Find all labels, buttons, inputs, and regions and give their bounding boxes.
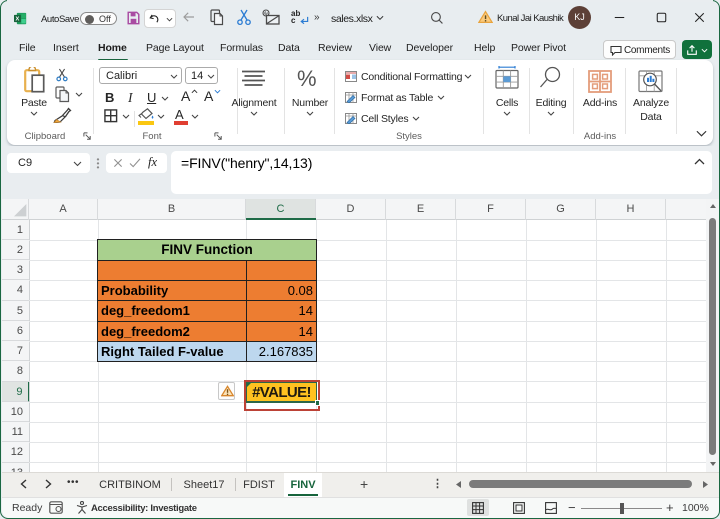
svg-text:X: X [16, 17, 20, 23]
